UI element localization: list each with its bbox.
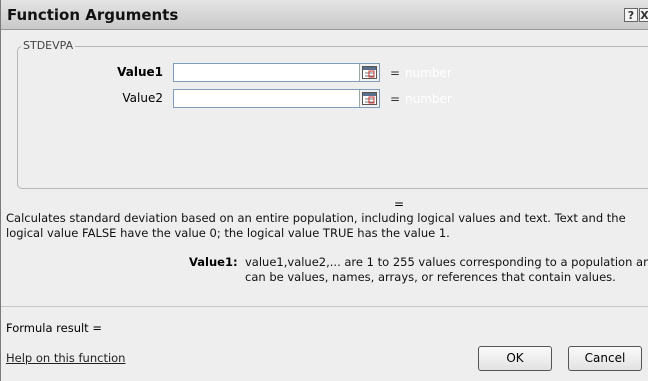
value2-type-hint: number (405, 92, 452, 106)
value1-collapse-button[interactable] (359, 64, 379, 81)
value1-equals: = (390, 66, 401, 80)
help-link[interactable]: Help on this function (6, 351, 125, 365)
title-bar[interactable]: Function Arguments ? X (1, 0, 648, 30)
collapse-dialog-icon (362, 66, 377, 79)
value1-type-hint: number (405, 66, 452, 80)
ok-button[interactable]: OK (478, 346, 552, 371)
value2-collapse-button[interactable] (359, 90, 379, 107)
collapse-dialog-icon (362, 92, 377, 105)
close-icon[interactable]: X (639, 8, 648, 22)
value2-input[interactable] (173, 89, 380, 108)
arg-help-text: value1,value2,... are 1 to 255 values co… (245, 255, 648, 284)
help-icon[interactable]: ? (624, 8, 638, 22)
dialog-title: Function Arguments (7, 6, 179, 24)
formula-result: Formula result = (6, 321, 102, 335)
function-name: STDEVPA (21, 39, 76, 52)
separator (1, 306, 648, 307)
result-equals: = (394, 197, 405, 211)
value2-label: Value2 (122, 91, 163, 105)
value1-input[interactable] (173, 63, 380, 82)
function-arguments-dialog: Function Arguments ? X STDEVPA Value1 = … (0, 0, 648, 381)
arg-help-name: Value1: (189, 255, 238, 269)
value1-label: Value1 (117, 65, 163, 79)
function-description: Calculates standard deviation based on a… (6, 211, 626, 240)
value2-equals: = (390, 92, 401, 106)
cancel-button[interactable]: Cancel (568, 346, 642, 371)
